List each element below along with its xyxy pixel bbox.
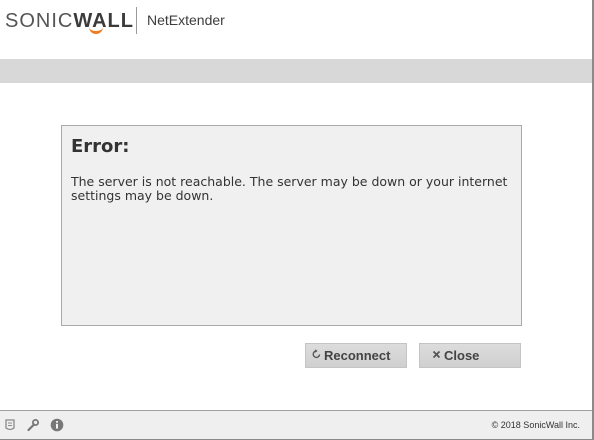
logo-swoosh-icon — [89, 25, 104, 34]
sonicwall-logo: SONICWALL — [5, 9, 134, 34]
error-title: Error: — [71, 136, 130, 157]
wrench-icon[interactable] — [24, 416, 42, 434]
close-button[interactable]: Close — [419, 343, 521, 368]
log-icon[interactable] — [1, 416, 19, 434]
refresh-icon — [312, 348, 321, 363]
logo-text-bold: WALL — [73, 10, 134, 34]
close-label: Close — [444, 348, 480, 363]
header: SONICWALL NetExtender — [0, 0, 592, 45]
copyright-text: © 2018 SonicWall Inc. — [491, 420, 580, 430]
status-bar — [0, 59, 592, 83]
footer: © 2018 SonicWall Inc. — [0, 410, 592, 439]
reconnect-button[interactable]: Reconnect — [305, 343, 407, 368]
logo-text-light: SONIC — [5, 10, 74, 32]
netextender-window: SONICWALL NetExtender Error: The server … — [0, 0, 594, 440]
error-message: The server is not reachable. The server … — [71, 174, 508, 203]
error-panel: Error: The server is not reachable. The … — [61, 125, 522, 326]
header-divider — [136, 7, 137, 34]
product-name: NetExtender — [147, 12, 225, 28]
info-icon[interactable] — [48, 416, 66, 434]
close-icon — [432, 350, 441, 362]
reconnect-label: Reconnect — [324, 348, 391, 363]
